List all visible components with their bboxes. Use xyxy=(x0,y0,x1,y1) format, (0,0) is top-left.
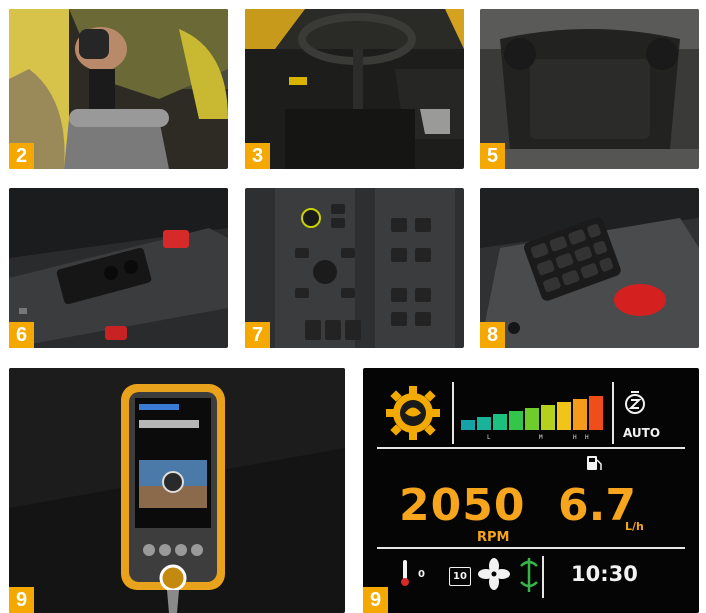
tile-number-badge: 3 xyxy=(245,143,270,169)
photo-climate-controls: 6 xyxy=(9,188,228,348)
auto-mode-label: AUTO xyxy=(623,426,661,440)
switch-panel-photo-image xyxy=(245,188,464,348)
keypad-photo-image xyxy=(480,188,699,348)
load-bar-segment xyxy=(477,417,491,430)
tile-number-badge: 7 xyxy=(245,322,270,348)
load-bar-segment xyxy=(557,402,571,430)
load-bar-segment xyxy=(525,408,539,430)
photo-switch-panel: 7 xyxy=(245,188,464,348)
load-bar-segment xyxy=(461,420,475,430)
tile-number-badge: 5 xyxy=(480,143,505,169)
clock-display: 10:30 xyxy=(571,562,638,586)
level-mark: L xyxy=(487,434,491,441)
photo-cab-steering: 3 xyxy=(245,9,464,169)
level-mark: H xyxy=(573,434,577,441)
level-mark: H xyxy=(585,434,589,441)
photo-keypad: 8 xyxy=(480,188,699,348)
level-mark: M xyxy=(539,434,543,441)
joystick-photo-image xyxy=(9,9,228,169)
hydraulic-icon xyxy=(520,558,538,592)
load-bar-segment xyxy=(541,405,555,430)
engine-rpm-value: 2050 xyxy=(399,480,526,531)
dashboard-display: AUTO 2050 RPM 6.7 L/h 0 10 10:30 L M H H… xyxy=(363,368,699,613)
load-bar-icon xyxy=(461,396,603,430)
photo-display-unit: 9 xyxy=(9,368,345,613)
load-bar-segment xyxy=(509,411,523,430)
fan-icon xyxy=(478,558,510,590)
load-bar-segment xyxy=(493,414,507,430)
tile-number-badge: 2 xyxy=(9,143,34,169)
load-bar-segment xyxy=(573,399,587,430)
auto-idle-icon xyxy=(625,391,645,414)
fuel-rate-unit: L/h xyxy=(625,520,644,533)
tile-number-badge: 9 xyxy=(363,587,388,613)
tile-number-badge: 6 xyxy=(9,322,34,348)
display-unit-photo-image xyxy=(9,368,345,613)
storage-photo-image xyxy=(480,9,699,169)
load-bar-segment xyxy=(589,396,603,430)
tile-number-badge: 8 xyxy=(480,322,505,348)
tile-number-badge: 9 xyxy=(9,587,34,613)
climate-controls-photo-image xyxy=(9,188,228,348)
fuel-pump-icon xyxy=(587,456,602,470)
photo-joystick: 2 xyxy=(9,9,228,169)
engine-rpm-unit: RPM xyxy=(477,530,510,545)
gear-indicator: 10 xyxy=(449,567,471,586)
photo-storage-compartment: 5 xyxy=(480,9,699,169)
cab-steering-photo-image xyxy=(245,9,464,169)
thermometer-icon xyxy=(401,560,409,586)
engine-gear-icon xyxy=(386,386,440,440)
temperature-value: 0 xyxy=(418,569,425,580)
